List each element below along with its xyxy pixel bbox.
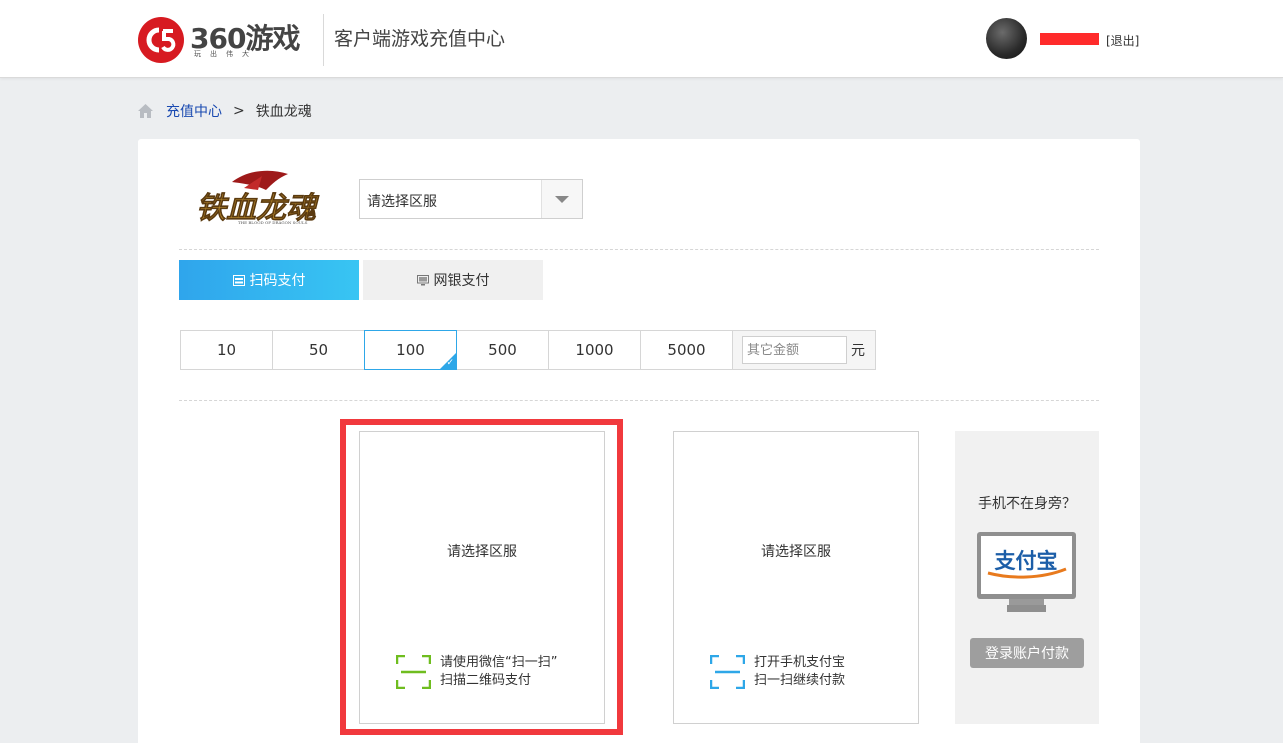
user-avatar[interactable]	[986, 18, 1027, 59]
breadcrumb-separator: >	[233, 103, 245, 119]
wechat-qr-message: 请选择区服	[447, 544, 517, 560]
alipay-scan-hint: 打开手机支付宝 扫一扫继续付款	[710, 654, 845, 690]
divider	[179, 400, 1099, 401]
tab-bank-payment[interactable]: 网银支付	[363, 260, 543, 300]
wechat-scan-icon	[396, 655, 431, 689]
amount-value: 5000	[667, 341, 706, 359]
breadcrumb-recharge-center[interactable]: 充值中心	[166, 101, 222, 121]
phone-away-question: 手机不在身旁？	[978, 496, 1076, 512]
alipay-monitor-icon: 支付宝	[977, 532, 1076, 612]
amount-value: 100	[396, 341, 425, 359]
wechat-scan-hint: 请使用微信“扫一扫” 扫描二维码支付	[396, 654, 557, 690]
divider	[179, 249, 1099, 250]
amount-option-10[interactable]: 10	[180, 330, 273, 370]
alipay-login-panel: 手机不在身旁？ 支付宝 登录账户付款	[955, 431, 1099, 724]
server-select-value: 请选择区服	[367, 194, 437, 210]
game-logo-image: 铁血龙魂 THE BLOOD OF DRAGON SOULS	[196, 170, 320, 226]
amount-value: 500	[488, 341, 517, 359]
other-amount-input[interactable]	[742, 336, 847, 364]
other-amount-group: 元	[732, 330, 876, 370]
amount-option-500[interactable]: 500	[456, 330, 549, 370]
server-select[interactable]: 请选择区服	[359, 179, 583, 219]
wechat-qr-panel: 请选择区服 请使用微信“扫一扫” 扫描二维码支付	[359, 431, 605, 724]
breadcrumb-current-game: 铁血龙魂	[255, 104, 312, 120]
breadcrumb: 充值中心 > 铁血龙魂	[138, 101, 312, 121]
alipay-qr-message: 请选择区服	[761, 544, 831, 560]
alipay-hint-line1: 打开手机支付宝	[754, 655, 846, 670]
svg-text:THE BLOOD OF DRAGON SOULS: THE BLOOD OF DRAGON SOULS	[238, 220, 308, 225]
logout-link[interactable]: [退出]	[1106, 32, 1139, 49]
amount-option-50[interactable]: 50	[272, 330, 365, 370]
top-header: 360游戏 玩出伟大 客户端游戏充值中心 [退出]	[0, 0, 1283, 78]
360-games-logo[interactable]: 360游戏 玩出伟大	[138, 17, 313, 63]
alipay-login-button[interactable]: 登录账户付款	[970, 638, 1084, 668]
amount-value: 1000	[575, 341, 614, 359]
page-title: 客户端游戏充值中心	[334, 28, 506, 50]
chevron-down-icon[interactable]	[541, 180, 582, 218]
amount-option-1000[interactable]: 1000	[548, 330, 641, 370]
amount-value: 50	[308, 341, 329, 359]
alipay-qr-panel: 请选择区服 打开手机支付宝 扫一扫继续付款	[673, 431, 919, 724]
tab-bank-payment-label: 网银支付	[433, 273, 490, 289]
amount-option-5000[interactable]: 5000	[640, 330, 733, 370]
home-icon[interactable]	[138, 104, 153, 118]
checkmark-icon: ✓	[446, 358, 454, 368]
alipay-logo-text: 支付宝	[995, 549, 1058, 573]
logo-slogan: 玩出伟大	[194, 50, 258, 58]
alipay-hint-line2: 扫一扫继续付款	[754, 673, 846, 688]
wechat-hint-line1: 请使用微信“扫一扫”	[440, 655, 558, 670]
wechat-hint-line2: 扫描二维码支付	[440, 673, 532, 688]
amount-options: 10 50 100 ✓ 500 1000 5000 元	[180, 330, 876, 370]
qr-card-icon	[232, 274, 245, 286]
amount-value: 10	[216, 341, 237, 359]
amount-option-100[interactable]: 100 ✓	[364, 330, 457, 370]
tab-qr-payment[interactable]: 扫码支付	[179, 260, 359, 300]
tab-qr-payment-label: 扫码支付	[249, 273, 306, 289]
username-redacted	[1040, 33, 1099, 45]
alipay-scan-icon	[710, 655, 745, 689]
c5-logo-icon	[138, 17, 184, 63]
header-divider	[323, 14, 324, 66]
currency-unit: 元	[851, 343, 865, 359]
monitor-icon	[416, 274, 429, 285]
